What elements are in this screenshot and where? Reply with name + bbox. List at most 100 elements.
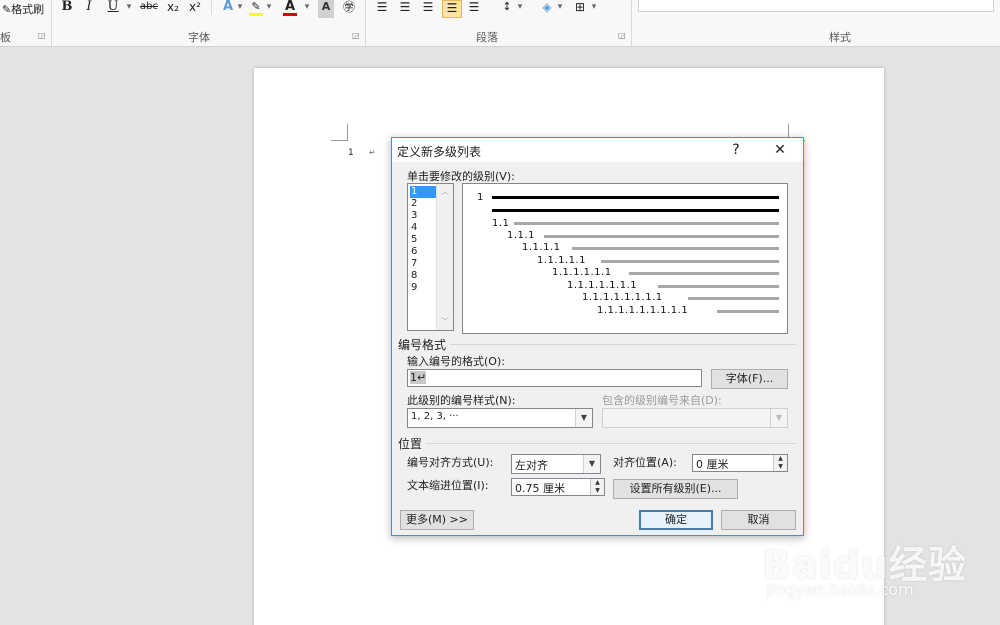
dialog-title-bar[interactable]: 定义新多级列表 ? ✕ (392, 138, 803, 162)
format-painter-icon: ✎ (1, 3, 12, 16)
bold-button[interactable]: B (60, 0, 74, 18)
clipboard-launcher-icon[interactable]: ◲ (38, 31, 46, 40)
level-item[interactable]: 3 (410, 210, 436, 222)
chevron-down-icon[interactable]: ▼ (770, 409, 787, 427)
preview-number: 1.1.1.1.1.1.1.1.1 (597, 305, 689, 316)
text-effects-icon[interactable]: A (218, 0, 238, 18)
text-indent-label: 文本缩进位置(I): (407, 479, 489, 492)
font-color-icon[interactable]: A (282, 0, 298, 18)
shading-icon[interactable]: ◈ (538, 0, 556, 18)
preview-number: 1.1.1.1.1 (537, 255, 587, 266)
font-color-dropdown-icon[interactable]: ▾ (303, 0, 311, 18)
level-item[interactable]: 1 (410, 186, 436, 198)
format-painter-button[interactable]: ✎格式刷 (0, 3, 46, 21)
strikethrough-button[interactable]: abc (138, 0, 160, 18)
align-at-spinner[interactable]: 0 厘米 ▲ ▼ (692, 454, 788, 472)
preview-number: 1.1 (492, 218, 510, 229)
text-indent-value: 0.75 厘米 (515, 482, 565, 495)
preview-number: 1.1.1 (507, 230, 535, 241)
number-format-input[interactable]: 1↵ (407, 369, 702, 387)
highlight-color-bar (249, 13, 263, 16)
paragraph-launcher-icon[interactable]: ◲ (618, 31, 626, 40)
scroll-down-icon[interactable]: ﹀ (437, 316, 453, 327)
highlight-icon[interactable]: ✎ (248, 0, 264, 18)
text-indent-spinner[interactable]: 0.75 厘米 ▲ ▼ (511, 478, 605, 496)
preview-line (572, 247, 779, 250)
alignment-dropdown[interactable]: 左对齐 ▼ (511, 454, 601, 474)
borders-icon[interactable]: ⊞ (572, 0, 588, 18)
group-divider (631, 0, 632, 46)
enter-format-label: 输入编号的格式(O): (407, 355, 505, 368)
text-effects-dropdown-icon[interactable]: ▾ (236, 0, 244, 18)
section-divider (426, 443, 796, 444)
superscript-button[interactable]: x² (186, 0, 204, 18)
font-group-label: 字体 (188, 31, 210, 44)
justify-icon[interactable]: ☰ (442, 0, 462, 18)
level-listbox[interactable]: 1 2 3 4 5 6 7 8 9 ︿ ﹀ (407, 183, 454, 331)
chevron-down-icon[interactable]: ▼ (575, 409, 592, 427)
dialog-title: 定义新多级列表 (397, 145, 482, 159)
preview-line (544, 235, 779, 238)
level-item[interactable]: 6 (410, 246, 436, 258)
enclose-character-icon[interactable]: ㊫ (340, 0, 358, 18)
alignment-label: 编号对齐方式(U): (407, 456, 494, 469)
preview-number: 1.1.1.1 (522, 242, 561, 253)
font-button[interactable]: 字体(F)... (711, 369, 788, 389)
ok-button[interactable]: 确定 (639, 510, 713, 530)
styles-group-label: 样式 (829, 31, 851, 44)
level-item[interactable]: 7 (410, 258, 436, 270)
subscript-button[interactable]: x₂ (164, 0, 182, 18)
level-item[interactable]: 4 (410, 222, 436, 234)
level-item[interactable]: 8 (410, 270, 436, 282)
shading-dropdown-icon[interactable]: ▾ (556, 0, 564, 18)
number-format-value: 1↵ (410, 371, 427, 384)
borders-dropdown-icon[interactable]: ▾ (590, 0, 598, 18)
font-launcher-icon[interactable]: ◲ (352, 31, 360, 40)
underline-dropdown-icon[interactable]: ▾ (124, 0, 134, 18)
styles-gallery[interactable] (638, 0, 994, 12)
preview-number: 1.1.1.1.1.1.1 (567, 280, 638, 291)
list-number: 1 (348, 148, 354, 158)
spinner-arrows-icon[interactable]: ▲ ▼ (773, 455, 787, 471)
line-spacing-icon[interactable]: ↕ (498, 0, 516, 18)
preview-line (629, 272, 779, 275)
number-style-dropdown[interactable]: 1, 2, 3, ··· ▼ (407, 408, 593, 428)
preview-number: 1.1.1.1.1.1.1.1 (582, 292, 663, 303)
align-at-label: 对齐位置(A): (613, 456, 677, 469)
close-icon[interactable]: ✕ (767, 141, 793, 159)
level-preview: 1 1.1 1.1.1 1.1.1.1 1.1.1.1.1 1.1.1.1.1.… (462, 183, 788, 334)
alignment-value: 左对齐 (515, 459, 548, 472)
preview-line (492, 209, 779, 212)
set-all-levels-button[interactable]: 设置所有级别(E)... (613, 479, 738, 499)
help-button[interactable]: ? (723, 141, 749, 159)
preview-line (717, 310, 779, 313)
line-spacing-dropdown-icon[interactable]: ▾ (516, 0, 524, 18)
level-item[interactable]: 9 (410, 282, 436, 294)
distributed-icon[interactable]: ☰ (466, 0, 482, 18)
level-scrollbar[interactable]: ︿ ﹀ (436, 184, 453, 330)
align-left-icon[interactable]: ☰ (374, 0, 390, 18)
paragraph-group-label: 段落 (476, 31, 498, 44)
group-divider (365, 0, 366, 46)
preview-number: 1 (477, 192, 484, 203)
scroll-up-icon[interactable]: ︿ (437, 186, 453, 197)
underline-button[interactable]: U (106, 0, 120, 18)
character-shading-icon[interactable]: A (318, 0, 334, 18)
align-right-icon[interactable]: ☰ (420, 0, 436, 18)
italic-button[interactable]: I (82, 0, 96, 18)
chevron-down-icon[interactable]: ▼ (583, 455, 600, 473)
highlight-dropdown-icon[interactable]: ▾ (265, 0, 273, 18)
align-center-icon[interactable]: ☰ (397, 0, 413, 18)
more-button[interactable]: 更多(M) >> (400, 510, 474, 530)
group-divider (51, 0, 52, 46)
preview-line (492, 196, 779, 199)
section-divider (450, 344, 796, 345)
spinner-arrows-icon[interactable]: ▲ ▼ (590, 479, 604, 495)
level-item[interactable]: 5 (410, 234, 436, 246)
ribbon: ✎格式刷 板 ◲ B I U ▾ abc x₂ x² A ▾ ✎ ▾ A ▾ A… (0, 0, 1000, 47)
define-multilevel-list-dialog: 定义新多级列表 ? ✕ 单击要修改的级别(V): 1 2 3 4 5 6 7 8… (391, 137, 804, 536)
baidu-watermark: Baidu经验 jingyan.baidu.com (762, 520, 992, 620)
preview-number: 1.1.1.1.1.1 (552, 267, 612, 278)
level-item[interactable]: 2 (410, 198, 436, 210)
include-level-dropdown[interactable]: ▼ (602, 408, 788, 428)
